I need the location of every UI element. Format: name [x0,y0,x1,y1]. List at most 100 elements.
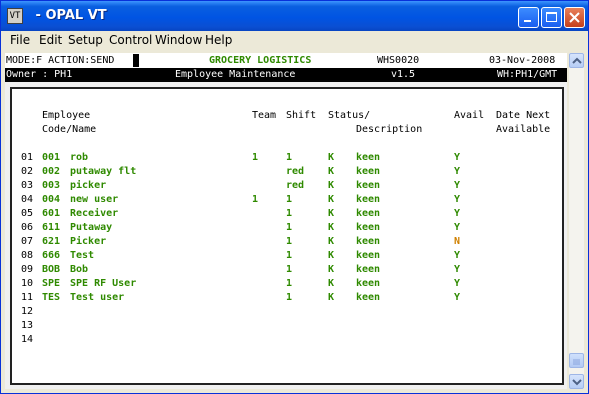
employee-name[interactable]: Receiver [70,207,118,221]
employee-status[interactable]: K [328,165,334,179]
chevron-down-icon [572,379,582,386]
row-number: 14 [21,334,34,345]
employee-code[interactable]: 004 [42,193,60,207]
employee-shift[interactable]: 1 [286,235,292,249]
employee-name[interactable]: rob [70,151,88,165]
employee-shift[interactable]: 1 [286,291,292,305]
employee-code[interactable]: 621 [42,235,60,249]
header-employee: Employee [42,110,91,121]
minimize-button[interactable] [518,7,539,28]
employee-status[interactable]: K [328,207,334,221]
employee-status[interactable]: K [328,277,334,291]
employee-code[interactable]: TES [42,291,60,305]
title-bar[interactable]: VT - OPAL VT [1,1,588,31]
employee-status[interactable]: K [328,249,334,263]
header-shift: Shift [286,110,317,121]
chevron-up-icon [572,57,582,64]
employee-status[interactable]: K [328,193,334,207]
employee-shift[interactable]: 1 [286,221,292,235]
terminal-area[interactable]: MODE:F ACTION:SEND GROCERY LOGISTICS WHS… [5,53,567,389]
employee-name[interactable]: putaway flt [70,165,136,179]
employee-avail[interactable]: Y [454,165,460,179]
employee-code[interactable]: 611 [42,221,60,235]
header-description: Description [356,124,423,135]
employee-description: keen [356,194,381,205]
row-number: 11 [21,292,34,303]
employee-avail[interactable]: Y [454,291,460,305]
employee-code[interactable]: 666 [42,249,60,263]
employee-avail[interactable]: Y [454,249,460,263]
employee-shift[interactable]: 1 [286,277,292,291]
employee-code[interactable]: SPE [42,277,60,291]
employee-code[interactable]: 002 [42,165,60,179]
employee-name[interactable]: Picker [70,235,106,249]
employee-name[interactable]: Putaway [70,221,112,235]
employee-avail[interactable]: Y [454,151,460,165]
grip-icon [573,359,580,365]
employee-avail[interactable]: Y [454,277,460,291]
menu-file[interactable]: File [10,33,30,47]
menu-help[interactable]: Help [205,33,232,47]
employee-avail[interactable]: Y [454,221,460,235]
scroll-down-button[interactable] [569,374,584,389]
employee-shift[interactable]: 1 [286,263,292,277]
menu-edit[interactable]: Edit [39,33,62,47]
employee-avail[interactable]: Y [454,193,460,207]
close-button[interactable] [564,7,585,28]
header-date-next: Date Next [496,110,551,121]
warehouse-text: WH:PH1/GMT [497,69,558,80]
employee-avail[interactable]: Y [454,179,460,193]
row-number: 05 [21,208,34,219]
header-team: Team [252,110,277,121]
employee-shift[interactable]: 1 [286,151,292,165]
scroll-thumb[interactable] [569,353,584,368]
employee-status[interactable]: K [328,179,334,193]
employee-avail[interactable]: Y [454,263,460,277]
menu-window[interactable]: Window [155,33,202,47]
employee-code[interactable]: 601 [42,207,60,221]
employee-name[interactable]: new user [70,193,118,207]
employee-status[interactable]: K [328,263,334,277]
employee-avail[interactable]: Y [454,207,460,221]
employee-name[interactable]: SPE RF User [70,277,136,291]
maximize-button[interactable] [541,7,562,28]
employee-code[interactable]: 003 [42,179,60,193]
employee-avail[interactable]: N [454,235,460,249]
version-text: v1.5 [391,69,416,80]
employee-code[interactable]: BOB [42,263,60,277]
vertical-scrollbar[interactable] [569,53,584,389]
row-number: 08 [21,250,34,261]
employee-shift[interactable]: red [286,165,304,179]
app-title: GROCERY LOGISTICS [209,55,312,66]
owner-text: Owner : PH1 [6,69,73,80]
header-status: Status/ [328,110,371,121]
row-number: 01 [21,152,34,163]
employee-name[interactable]: Test user [70,291,124,305]
employee-description: keen [356,236,381,247]
row-number: 06 [21,222,34,233]
employee-screen: Employee Code/Name Team Shift Status/ De… [10,87,564,385]
menu-control[interactable]: Control [109,33,152,47]
employee-description: keen [356,222,381,233]
employee-name[interactable]: Test [70,249,94,263]
employee-shift[interactable]: red [286,179,304,193]
menu-setup[interactable]: Setup [68,33,103,47]
employee-status[interactable]: K [328,151,334,165]
scroll-up-button[interactable] [569,53,584,68]
opal-vt-window: VT - OPAL VT File Edit Setup Control Win… [0,0,589,394]
employee-code[interactable]: 001 [42,151,60,165]
employee-team[interactable]: 1 [252,193,258,207]
employee-status[interactable]: K [328,221,334,235]
employee-description: keen [356,264,381,275]
employee-shift[interactable]: 1 [286,207,292,221]
employee-name[interactable]: Bob [70,263,88,277]
employee-status[interactable]: K [328,235,334,249]
app-icon[interactable]: VT [7,8,23,24]
employee-name[interactable]: picker [70,179,106,193]
employee-description: keen [356,152,381,163]
employee-status[interactable]: K [328,291,334,305]
employee-team[interactable]: 1 [252,151,258,165]
mode-action-text: MODE:F ACTION:SEND [6,55,115,66]
employee-shift[interactable]: 1 [286,249,292,263]
employee-shift[interactable]: 1 [286,193,292,207]
